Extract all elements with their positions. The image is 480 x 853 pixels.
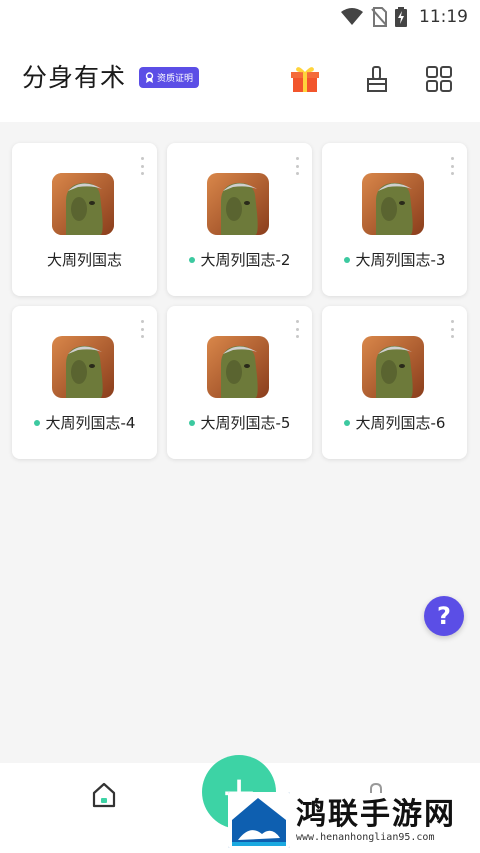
app-card[interactable]: 大周列国志-3 <box>322 143 467 296</box>
clean-button[interactable] <box>360 62 394 96</box>
more-menu-button[interactable] <box>141 320 145 338</box>
more-menu-button[interactable] <box>296 157 300 175</box>
app-card[interactable]: 大周列国志-6 <box>322 306 467 459</box>
app-name: 大周列国志-3 <box>322 249 467 270</box>
grid-icon <box>426 66 452 92</box>
home-tab[interactable] <box>90 781 118 809</box>
app-grid: 大周列国志 大周列国志-2 大周列国志-3 大周列国志-4 大周列国志-5 大周 <box>12 143 468 459</box>
app-card[interactable]: 大周列国志-2 <box>167 143 312 296</box>
app-card[interactable]: 大周列国志-4 <box>12 306 157 459</box>
game-app-icon <box>207 336 269 398</box>
certificate-icon <box>145 72 154 83</box>
game-app-icon <box>207 173 269 235</box>
running-dot <box>33 419 40 426</box>
app-card[interactable]: 大周列国志-5 <box>167 306 312 459</box>
running-dot <box>188 419 195 426</box>
game-app-icon <box>362 173 424 235</box>
qualification-badge[interactable]: 资质证明 <box>139 67 200 88</box>
watermark: 鸿联手游网 www.henanhonglian95.com <box>228 790 476 850</box>
watermark-logo <box>228 792 290 848</box>
app-name: 大周列国志-4 <box>12 412 157 433</box>
watermark-url: www.henanhonglian95.com <box>296 831 435 843</box>
app-name: 大周列国志-6 <box>322 412 467 433</box>
running-dot <box>343 256 350 263</box>
more-menu-button[interactable] <box>141 157 145 175</box>
more-menu-button[interactable] <box>451 320 455 338</box>
status-icons: 11:19 <box>341 5 468 29</box>
app-name: 大周列国志-2 <box>167 249 312 270</box>
running-dot <box>188 256 195 263</box>
no-sim-icon <box>371 7 387 27</box>
badge-label: 资质证明 <box>157 74 194 84</box>
page-title: 分身有术 <box>22 63 127 92</box>
more-menu-button[interactable] <box>451 157 455 175</box>
more-menu-button[interactable] <box>296 320 300 338</box>
running-dot <box>343 419 350 426</box>
game-app-icon <box>52 173 114 235</box>
wifi-icon <box>341 8 363 25</box>
home-icon <box>92 782 116 808</box>
game-app-icon <box>52 336 114 398</box>
brush-icon <box>367 66 387 92</box>
app-card[interactable]: 大周列国志 <box>12 143 157 296</box>
help-button[interactable]: ? <box>424 596 464 636</box>
gift-button[interactable] <box>288 62 322 96</box>
app-header: 分身有术 资质证明 <box>0 34 480 122</box>
battery-charging-icon <box>395 7 407 27</box>
game-app-icon <box>362 336 424 398</box>
app-name: 大周列国志 <box>46 251 122 269</box>
app-name: 大周列国志-5 <box>167 412 312 433</box>
watermark-title: 鸿联手游网 <box>296 796 456 832</box>
grid-view-button[interactable] <box>422 62 456 96</box>
status-bar: 11:19 <box>0 0 480 34</box>
gift-icon <box>291 67 319 92</box>
status-time: 11:19 <box>419 7 468 27</box>
